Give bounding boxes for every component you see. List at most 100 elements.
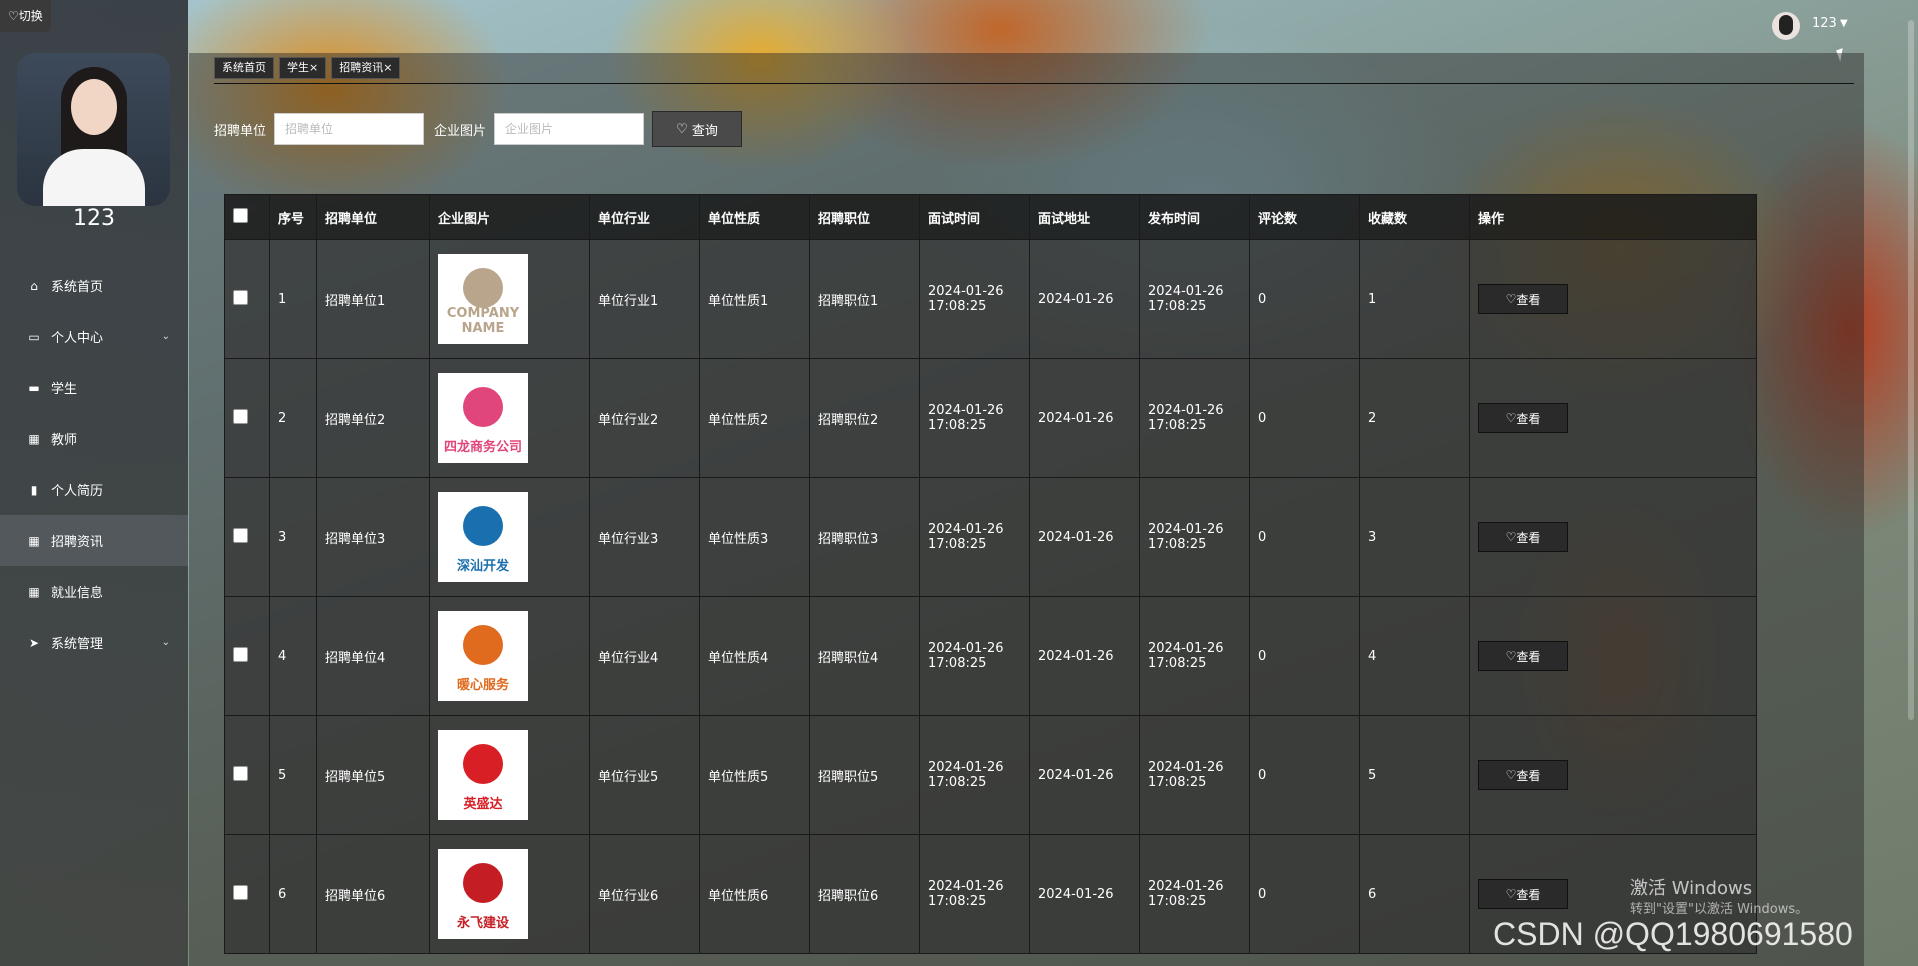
cell-comments: 0 <box>1249 596 1360 716</box>
heart-icon: ♡ <box>1505 292 1517 306</box>
sidebar-item-0[interactable]: ⌂ 系统首页 <box>0 260 188 311</box>
sidebar-item-label: 系统首页 <box>51 280 104 295</box>
sidebar-item-label: 个人中心 <box>51 331 104 346</box>
cell-unit: 招聘单位3 <box>316 477 430 597</box>
logo-cell: 深汕开发 <box>429 477 590 597</box>
cell-address: 2024-01-26 <box>1029 834 1140 954</box>
cell-no: 5 <box>269 715 317 835</box>
company-logo-image[interactable]: 英盛达 <box>438 730 528 820</box>
caret-down-icon[interactable]: ▼ <box>1840 18 1848 29</box>
sidebar-item-6[interactable]: ▦ 就业信息 <box>0 566 188 617</box>
cell-address: 2024-01-26 <box>1029 596 1140 716</box>
logo-cell: 永飞建设 <box>429 834 590 954</box>
cell-favorites: 4 <box>1359 596 1470 716</box>
logo-text: 暖心服务 <box>456 678 509 693</box>
cell-comments: 0 <box>1249 239 1360 359</box>
cell-no: 4 <box>269 596 317 716</box>
heart-icon: ♡ <box>1505 887 1517 901</box>
header-username[interactable]: 123 <box>1812 16 1837 31</box>
table-row: 1 招聘单位1 COMPANY NAME 单位行业1 单位性质1 招聘职位1 2024-01… <box>224 239 1757 359</box>
row-checkbox[interactable] <box>233 765 248 781</box>
switch-button[interactable]: ♡切换 <box>0 0 51 32</box>
cell-favorites: 1 <box>1359 239 1470 359</box>
tab-bar: 系统首页 学生× 招聘资讯× <box>214 57 401 81</box>
image-search-input[interactable] <box>494 113 645 145</box>
cell-publish-time: 2024-01-26 17:08:25 <box>1139 596 1250 716</box>
sidebar-item-label: 就业信息 <box>51 586 104 601</box>
cell-publish-time: 2024-01-26 17:08:25 <box>1139 477 1250 597</box>
view-button[interactable]: ♡ 查看 <box>1478 403 1568 433</box>
company-logo-image[interactable]: 深汕开发 <box>438 492 528 582</box>
cell-industry: 单位行业6 <box>589 834 700 954</box>
close-icon[interactable]: × <box>383 61 392 74</box>
cell-interview-time: 2024-01-26 17:08:25 <box>919 834 1030 954</box>
row-checkbox[interactable] <box>233 884 248 900</box>
logo-cell: COMPANY NAME <box>429 239 590 359</box>
logo-mark-icon <box>463 744 503 784</box>
sidebar-item-3[interactable]: ▦ 教师 <box>0 413 188 464</box>
row-checkbox[interactable] <box>233 527 248 543</box>
row-checkbox[interactable] <box>233 289 248 305</box>
row-checkbox[interactable] <box>233 646 248 662</box>
tab-divider <box>214 83 1854 84</box>
view-button[interactable]: ♡ 查看 <box>1478 879 1568 909</box>
view-button[interactable]: ♡ 查看 <box>1478 641 1568 671</box>
cell-industry: 单位行业5 <box>589 715 700 835</box>
company-logo-image[interactable]: 四龙商务公司 <box>438 373 528 463</box>
sidebar-menu: ⌂ 系统首页 ▭ 个人中心 ⌄ ▬ 学生 ▦ 教师 ▮ 个人简历 ▦ 招聘资讯 ▦ 就业信息 ➤ 系统管理 ⌄ <box>0 260 188 668</box>
row-select-cell <box>224 358 270 478</box>
logo-text: 四龙商务公司 <box>443 440 522 455</box>
view-button[interactable]: ♡ 查看 <box>1478 760 1568 790</box>
sidebar-item-4[interactable]: ▮ 个人简历 <box>0 464 188 515</box>
grid-icon: ▦ <box>28 533 40 548</box>
query-button[interactable]: ♡ 查询 <box>652 111 743 147</box>
select-all-cell <box>224 194 270 240</box>
sidebar-item-2[interactable]: ▬ 学生 <box>0 362 188 413</box>
tab-2[interactable]: 招聘资讯× <box>331 57 401 79</box>
grid-icon: ▦ <box>28 431 40 446</box>
sidebar-item-5[interactable]: ▦ 招聘资讯 <box>0 515 188 566</box>
heart-icon: ♡ <box>1505 649 1517 663</box>
cell-unit: 招聘单位1 <box>316 239 430 359</box>
cell-favorites: 5 <box>1359 715 1470 835</box>
monitor-icon: ▬ <box>28 380 40 395</box>
header-avatar[interactable] <box>1772 12 1800 40</box>
row-checkbox[interactable] <box>233 408 248 424</box>
unit-search-input[interactable] <box>274 113 425 145</box>
view-button[interactable]: ♡ 查看 <box>1478 522 1568 552</box>
heart-icon: ♡ <box>1505 411 1517 425</box>
switch-label: 切换 <box>18 9 43 23</box>
grid-icon: ▦ <box>28 584 40 599</box>
logo-text: COMPANY NAME <box>446 306 520 336</box>
query-label: 查询 <box>691 123 718 139</box>
company-logo-image[interactable]: COMPANY NAME <box>438 254 528 344</box>
view-label: 查看 <box>1516 768 1541 783</box>
cell-position: 招聘职位1 <box>809 239 920 359</box>
heart-icon: ♡ <box>1505 768 1517 782</box>
cell-position: 招聘职位3 <box>809 477 920 597</box>
sidebar-item-1[interactable]: ▭ 个人中心 ⌄ <box>0 311 188 362</box>
view-label: 查看 <box>1516 649 1541 664</box>
tab-label: 招聘资讯 <box>339 61 384 74</box>
vertical-scrollbar[interactable] <box>1906 0 1916 740</box>
cell-publish-time: 2024-01-26 17:08:25 <box>1139 239 1250 359</box>
tab-0[interactable]: 系统首页 <box>214 57 274 79</box>
company-logo-image[interactable]: 暖心服务 <box>438 611 528 701</box>
sidebar-item-7[interactable]: ➤ 系统管理 ⌄ <box>0 617 188 668</box>
tab-1[interactable]: 学生× <box>279 57 327 79</box>
cell-comments: 0 <box>1249 358 1360 478</box>
unit-label: 招聘单位 <box>214 123 267 139</box>
view-button[interactable]: ♡ 查看 <box>1478 284 1568 314</box>
select-all-checkbox[interactable] <box>233 207 248 223</box>
close-icon[interactable]: × <box>309 61 318 74</box>
tab-label: 学生 <box>287 61 309 74</box>
company-logo-image[interactable]: 永飞建设 <box>438 849 528 939</box>
chevron-down-icon: ⌄ <box>161 331 170 342</box>
logo-mark-icon <box>463 506 503 546</box>
heart-icon: ♡ <box>8 9 19 23</box>
cell-no: 2 <box>269 358 317 478</box>
cell-comments: 0 <box>1249 715 1360 835</box>
cell-nature: 单位性质2 <box>699 358 810 478</box>
action-cell: ♡ 查看 <box>1469 715 1757 835</box>
logo-text: 深汕开发 <box>456 559 509 574</box>
